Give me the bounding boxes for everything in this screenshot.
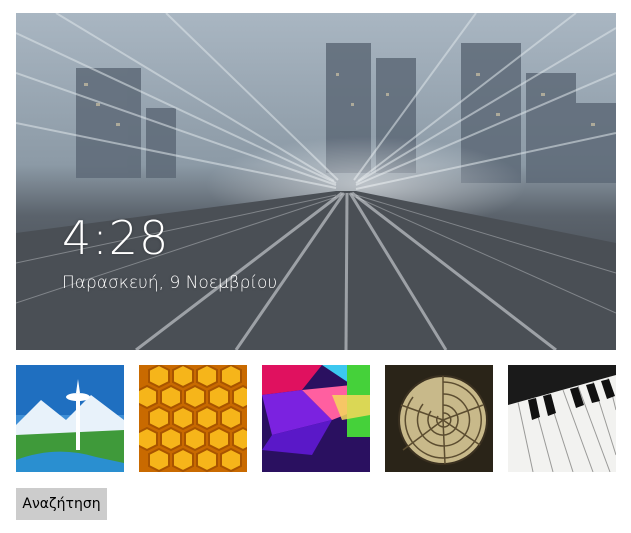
honeycomb-image	[139, 365, 247, 472]
thumbnail-nautilus[interactable]	[385, 365, 493, 472]
lock-screen-time: 4:28	[62, 211, 170, 265]
nautilus-image	[385, 365, 493, 472]
thumbnail-piano[interactable]	[508, 365, 616, 472]
thumbnail-geometric[interactable]	[262, 365, 370, 472]
thumbnail-space-needle[interactable]	[16, 365, 124, 472]
geometric-image	[262, 365, 370, 472]
space-needle-image	[16, 365, 124, 472]
lock-screen-date: Παρασκευή, 9 Νοεμβρίου	[62, 273, 278, 293]
browse-button[interactable]: Αναζήτηση	[16, 488, 107, 520]
thumbnail-honeycomb[interactable]	[139, 365, 247, 472]
piano-image	[508, 365, 616, 472]
lock-screen-preview: 4:28 Παρασκευή, 9 Νοεμβρίου	[16, 13, 616, 350]
lock-screen-background-image	[16, 13, 616, 350]
